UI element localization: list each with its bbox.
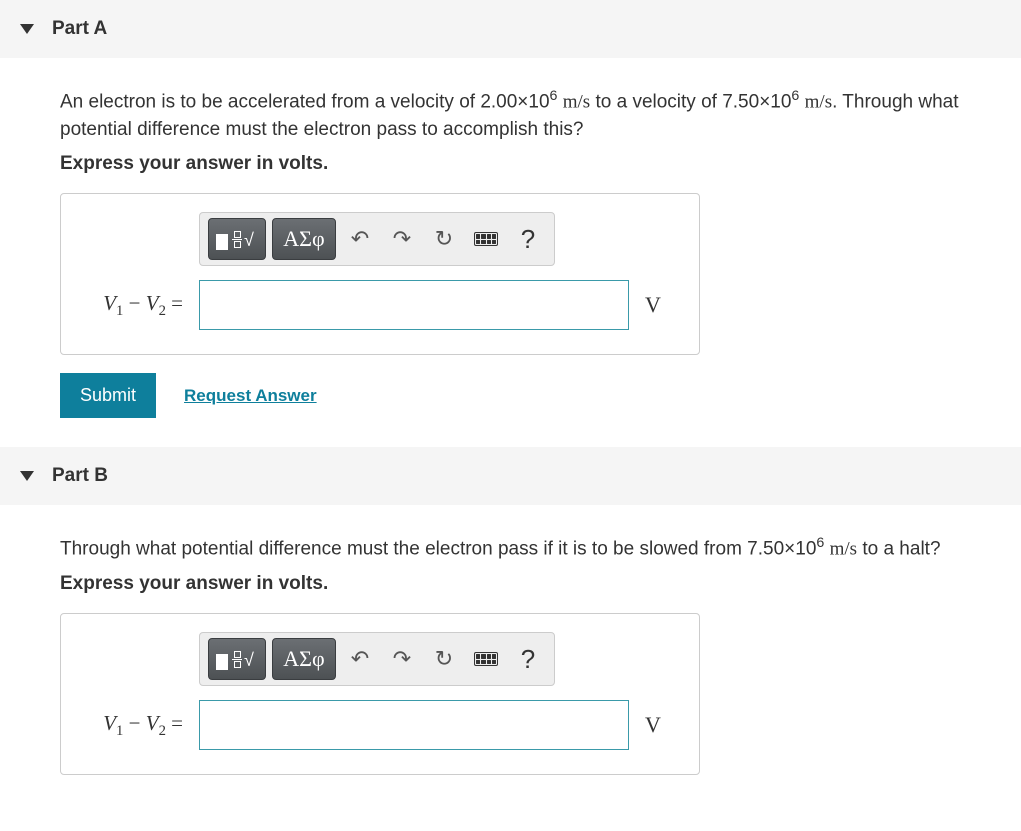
part-a-answer-box: √ ΑΣφ ↶ ↷ ↻ ? V1 − V2 = [60,193,700,355]
part-b-lhs: V1 − V2 = [81,711,183,740]
redo-icon: ↷ [393,226,411,252]
math-template-icon: √ [214,644,260,674]
keyboard-button[interactable] [468,221,504,257]
part-b-header[interactable]: Part B [0,447,1021,505]
part-a-toolbar: √ ΑΣφ ↶ ↷ ↻ ? [199,212,555,266]
keyboard-icon [474,232,498,246]
part-b-answer-row: V1 − V2 = V [81,700,679,750]
math-template-icon: √ [214,224,260,254]
part-a-answer-row: V1 − V2 = V [81,280,679,330]
reset-button[interactable]: ↻ [426,221,462,257]
part-a-body: An electron is to be accelerated from a … [0,58,1021,446]
request-answer-link[interactable]: Request Answer [184,386,317,406]
part-b-answer-input[interactable] [199,700,629,750]
greek-symbols-button[interactable]: ΑΣφ [272,638,336,680]
part-a-title: Part A [52,18,107,40]
part-b-instruction: Express your answer in volts. [60,573,1001,595]
redo-button[interactable]: ↷ [384,641,420,677]
part-b-body: Through what potential difference must t… [0,505,1021,803]
keyboard-button[interactable] [468,641,504,677]
redo-icon: ↷ [393,646,411,672]
part-a-instruction: Express your answer in volts. [60,153,1001,175]
part-b-unit: V [645,712,661,738]
undo-button[interactable]: ↶ [342,641,378,677]
help-button[interactable]: ? [510,641,546,677]
part-b-toolbar: √ ΑΣφ ↶ ↷ ↻ ? [199,632,555,686]
part-b-answer-box: √ ΑΣφ ↶ ↷ ↻ ? V1 − V2 = [60,613,700,775]
part-a-question: An electron is to be accelerated from a … [60,86,1001,143]
undo-button[interactable]: ↶ [342,221,378,257]
part-a-header[interactable]: Part A [0,0,1021,58]
undo-icon: ↶ [351,226,369,252]
math-templates-button[interactable]: √ [208,218,266,260]
part-a-actions: Submit Request Answer [60,373,1001,418]
part-b-title: Part B [52,465,108,487]
part-a-unit: V [645,292,661,318]
keyboard-icon [474,652,498,666]
part-b-question: Through what potential difference must t… [60,533,1001,563]
math-templates-button[interactable]: √ [208,638,266,680]
reset-icon: ↻ [435,646,453,672]
undo-icon: ↶ [351,646,369,672]
greek-symbols-button[interactable]: ΑΣφ [272,218,336,260]
reset-button[interactable]: ↻ [426,641,462,677]
part-a-lhs: V1 − V2 = [81,291,183,320]
caret-down-icon [20,471,34,481]
help-button[interactable]: ? [510,221,546,257]
submit-button[interactable]: Submit [60,373,156,418]
part-a-answer-input[interactable] [199,280,629,330]
reset-icon: ↻ [435,226,453,252]
caret-down-icon [20,24,34,34]
redo-button[interactable]: ↷ [384,221,420,257]
